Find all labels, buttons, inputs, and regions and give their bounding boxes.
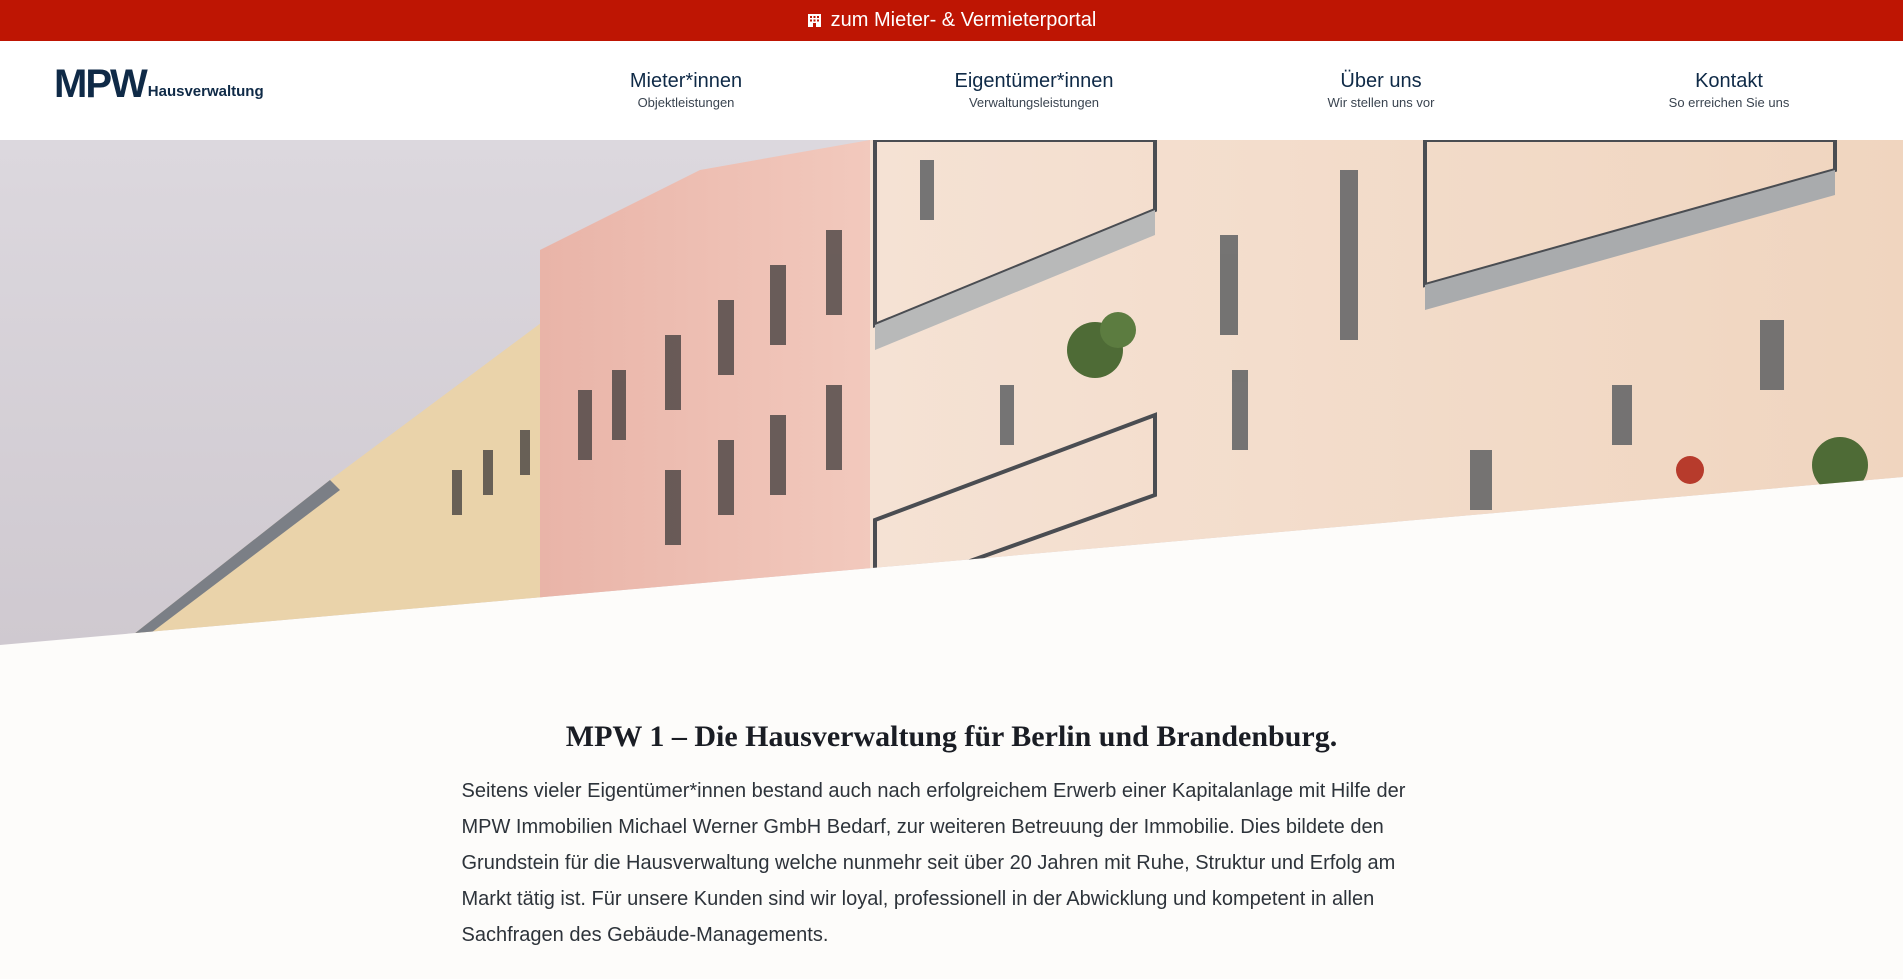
page-title: MPW 1 – Die Hausverwaltung für Berlin un… (565, 720, 1338, 753)
portal-link-bar[interactable]: zum Mieter- & Vermieterportal (0, 0, 1903, 41)
intro-paragraph: Seitens vieler Eigentümer*innen bestand … (461, 780, 1406, 946)
portal-link-label: zum Mieter- & Vermieterportal (830, 9, 1097, 31)
nav-item-mieter[interactable]: Mieter*innen Objektleistungen (630, 68, 742, 112)
nav-item-kontakt[interactable]: Kontakt So erreichen Sie uns (1669, 68, 1790, 112)
nav-item-title: Über uns (1340, 70, 1422, 92)
nav-item-eigentuemer[interactable]: Eigentümer*innen Verwaltungsleistungen (955, 68, 1114, 112)
nav-item-subtitle: Objektleistungen (637, 95, 735, 110)
logo-mark: MPW (54, 62, 148, 106)
nav-item-subtitle: Wir stellen uns vor (1327, 95, 1435, 110)
site-logo[interactable]: MPW Hausverwaltung (54, 62, 264, 106)
site-header: MPW Hausverwaltung Mieter*innen Objektle… (0, 41, 1903, 141)
nav-item-title: Mieter*innen (629, 70, 743, 92)
intro-section: MPW 1 – Die Hausverwaltung für Berlin un… (0, 720, 1903, 953)
nav-item-subtitle: So erreichen Sie uns (1668, 95, 1790, 110)
nav-item-ueber-uns[interactable]: Über uns Wir stellen uns vor (1328, 68, 1435, 112)
building-icon (807, 14, 821, 27)
nav-item-title: Kontakt (1695, 70, 1763, 92)
hero-image (0, 140, 1903, 645)
logo-subtitle: Hausverwaltung (147, 83, 264, 100)
nav-item-subtitle: Verwaltungsleistungen (968, 95, 1100, 110)
nav-item-title: Eigentümer*innen (954, 70, 1114, 92)
